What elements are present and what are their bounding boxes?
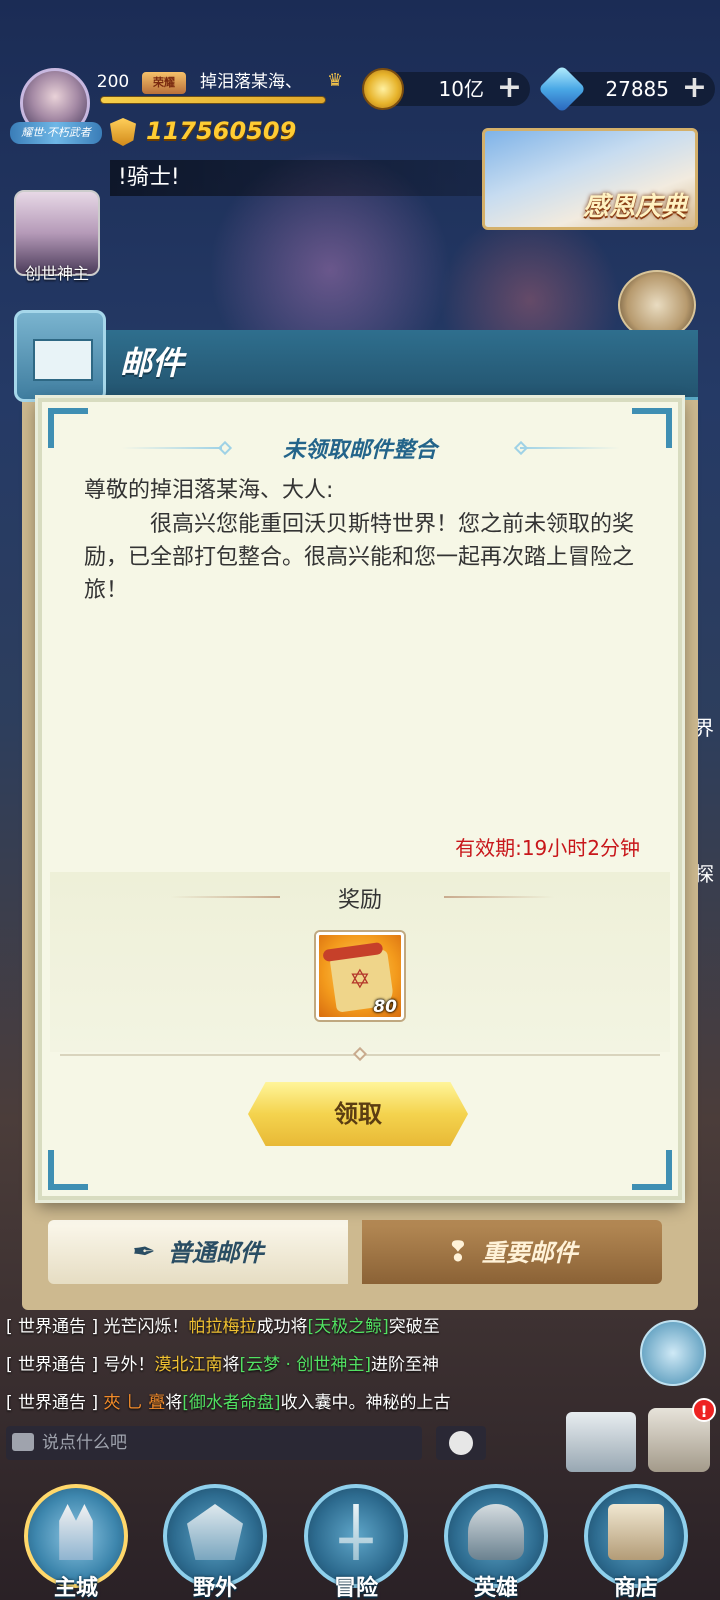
mail-body: 很高兴您能重回沃贝斯特世界！您之前未领取的奖励，已全部打包整合。很高兴能和您一起… [84, 512, 635, 603]
nav-shop[interactable]: 商店 [576, 1484, 696, 1600]
chat-player: 夾 乚 亹 [103, 1393, 166, 1413]
chat-player: 帕拉梅拉 [188, 1317, 257, 1337]
world-chat[interactable]: [ 世界通告 ] 光芒闪烁！帕拉梅拉成功将[天极之鲸]突破至 [ 世界通告 ] … [6, 1308, 486, 1422]
chat-input-placeholder: 说点什么吧 [42, 1433, 127, 1453]
chat-tag: [ 世界通告 ] [6, 1317, 99, 1337]
mail-greeting: 尊敬的掉泪落某海、大人: [84, 478, 334, 503]
hero-name: 创世神主 [24, 264, 89, 283]
notification-badge: ! [692, 1398, 716, 1422]
nav-field[interactable]: 野外 [155, 1484, 275, 1600]
bottom-navigation: 主城 野外 冒险 英雄 商店 [0, 1478, 720, 1600]
mail-expiry: 有效期:19小时2分钟 [455, 836, 640, 860]
player-avatar[interactable]: 耀世·不朽武者 [10, 68, 102, 144]
chat-item: [天极之鲸] [307, 1317, 389, 1337]
mail-tabs: ✒ 普通邮件 ❢ 重要邮件 [48, 1220, 678, 1284]
chat-text: 将 [165, 1393, 183, 1413]
hexagram-icon: ✡ [349, 965, 371, 995]
chat-tag: [ 世界通告 ] [6, 1393, 99, 1413]
event-banner[interactable]: 感恩庆典 [482, 128, 698, 230]
player-name: 掉泪落某海、 [200, 72, 302, 92]
mail-header: 邮件 [14, 310, 698, 402]
tab-normal-label: 普通邮件 [167, 1239, 264, 1267]
reward-item-scroll[interactable]: ✡ 80 [316, 932, 404, 1020]
combat-power-value: 117560509 [146, 117, 297, 145]
shield-icon [110, 118, 136, 146]
chat-line: [ 世界通告 ] 号外！漠北江南将[云梦 · 创世神主]进阶至神 [6, 1346, 486, 1384]
announcement-marquee: !骑士! [110, 160, 520, 196]
player-level: 200 [96, 72, 130, 92]
claim-button[interactable]: 领取 [248, 1082, 468, 1146]
nav-main-city[interactable]: 主城 [16, 1484, 136, 1600]
event-label: 感恩庆典 [582, 192, 687, 222]
nav-adventure[interactable]: 冒险 [296, 1484, 416, 1600]
chat-text: 号外！ [98, 1355, 155, 1375]
chat-text: 进阶至神 [370, 1355, 439, 1375]
vip-badge[interactable]: 荣耀 [142, 72, 186, 94]
nav-label: 英雄 [473, 1576, 518, 1600]
gem-value: 27885 [605, 77, 669, 101]
chat-text: 突破至 [388, 1317, 440, 1337]
chat-player: 漠北江南 [154, 1355, 223, 1375]
chat-input[interactable]: 说点什么吧 [6, 1426, 422, 1460]
mail-subject: 未领取邮件整合 [282, 438, 437, 463]
friends-button[interactable] [640, 1320, 706, 1386]
nav-label: 商店 [613, 1576, 658, 1600]
chat-bubble-icon [12, 1433, 34, 1451]
tab-normal-mail[interactable]: ✒ 普通邮件 [48, 1220, 348, 1284]
chat-text: 将 [222, 1355, 240, 1375]
add-gold-button[interactable]: + [497, 71, 522, 105]
nav-label: 冒险 [333, 1576, 378, 1600]
player-info-bar: 200 荣耀 掉泪落某海、 ♛ [92, 68, 344, 108]
player-title: 耀世·不朽武者 [10, 122, 102, 144]
chat-item: [御水者命盘] [182, 1393, 281, 1413]
nav-label: 野外 [192, 1576, 237, 1600]
emoji-button[interactable] [436, 1426, 486, 1460]
chat-line: [ 世界通告 ] 光芒闪烁！帕拉梅拉成功将[天极之鲸]突破至 [6, 1308, 486, 1346]
envelope-icon [14, 310, 106, 402]
nav-heroes[interactable]: 英雄 [436, 1484, 556, 1600]
balloon-icon: ❢ [446, 1235, 470, 1268]
add-gem-button[interactable]: + [682, 71, 707, 105]
corner-ornament [632, 1150, 672, 1190]
mail-detail-dialog: 未领取邮件整合 尊敬的掉泪落某海、大人: 很高兴您能重回沃贝斯特世界！您之前未领… [38, 398, 682, 1200]
tab-important-mail[interactable]: ❢ 重要邮件 [362, 1220, 662, 1284]
shop-icon [608, 1504, 664, 1560]
hero-shortcut[interactable]: 创世神主 [14, 190, 100, 290]
tab-important-label: 重要邮件 [481, 1239, 578, 1267]
helmet-icon [468, 1504, 524, 1560]
chat-item: [云梦 · 创世神主] [239, 1355, 371, 1375]
experience-bar [100, 96, 326, 104]
gold-value: 10亿 [438, 77, 484, 101]
corner-ornament [48, 1150, 88, 1190]
chat-line: [ 世界通告 ] 夾 乚 亹将[御水者命盘]收入囊中。神秘的上古 [6, 1384, 486, 1422]
gold-coin-icon [362, 68, 404, 110]
combat-power: 117560509 [110, 116, 310, 146]
mail-title: 邮件 [120, 344, 185, 382]
gold-counter: 10亿 + [362, 68, 530, 110]
chat-text: 成功将 [256, 1317, 308, 1337]
reward-item-quantity: 80 [373, 997, 397, 1017]
reward-title: 奖励 [337, 888, 382, 913]
crown-icon: ♛ [327, 70, 344, 91]
chat-text: 光芒闪烁！ [98, 1317, 189, 1337]
reward-section: 奖励 ✡ 80 [50, 872, 670, 1052]
chat-tag: [ 世界通告 ] [6, 1355, 99, 1375]
leaderboard-button[interactable] [566, 1412, 636, 1472]
quill-icon: ✒ [132, 1235, 156, 1268]
gem-counter: 27885 + [537, 64, 715, 114]
chat-text: 收入囊中。神秘的上古 [280, 1393, 451, 1413]
nav-label: 主城 [53, 1576, 98, 1600]
